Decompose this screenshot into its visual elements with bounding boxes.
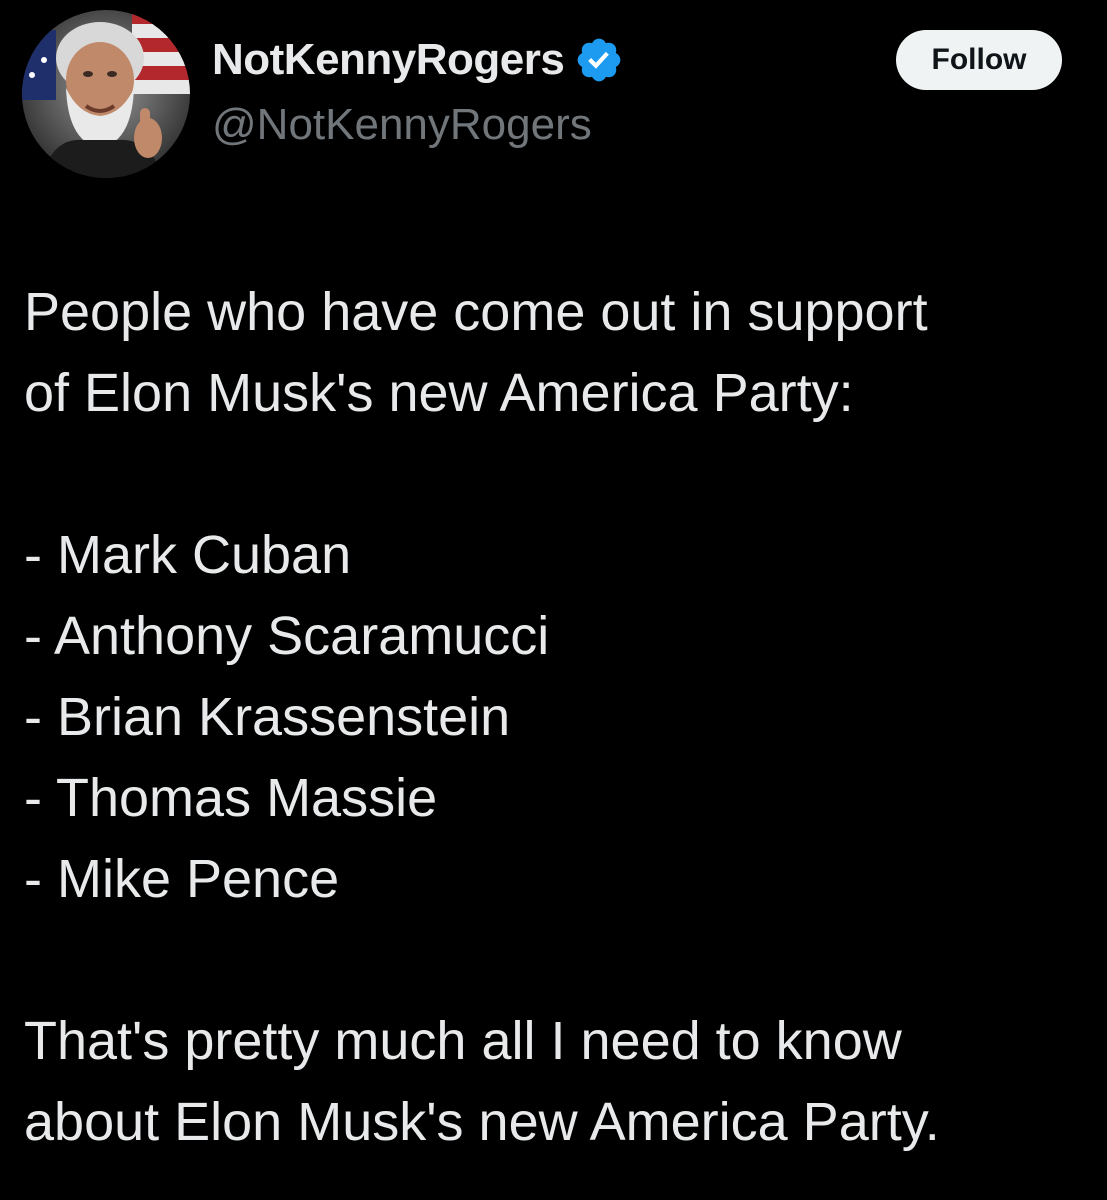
tweet-body: People who have come out in support of E… <box>24 272 1084 1163</box>
user-handle[interactable]: @NotKennyRogers <box>212 100 592 150</box>
tweet-text-line: of Elon Musk's new America Party: <box>24 363 854 423</box>
follow-button[interactable]: Follow <box>896 30 1062 90</box>
tweet-text-line: about Elon Musk's new America Party. <box>24 1092 940 1152</box>
display-name[interactable]: NotKennyRogers <box>212 35 565 85</box>
list-item: - Mike Pence <box>24 849 340 909</box>
list-item: - Thomas Massie <box>24 768 438 828</box>
avatar[interactable] <box>22 10 190 178</box>
list-item: - Brian Krassenstein <box>24 687 511 747</box>
display-name-row: NotKennyRogers <box>212 30 624 90</box>
tweet-card: NotKennyRogers @NotKennyRogers Follow Pe… <box>0 0 1107 1200</box>
avatar-image <box>22 10 190 178</box>
tweet-text-line: People who have come out in support <box>24 282 928 342</box>
list-item: - Anthony Scaramucci <box>24 606 550 666</box>
list-item: - Mark Cuban <box>24 525 352 585</box>
verified-badge-icon[interactable] <box>574 35 624 85</box>
tweet-text-line: That's pretty much all I need to know <box>24 1011 902 1071</box>
